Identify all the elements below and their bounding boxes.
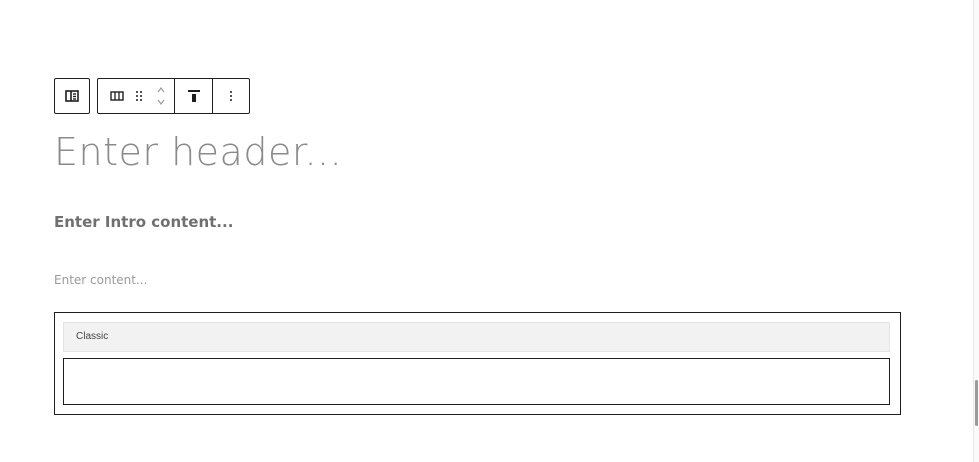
move-up-down-icon [157,87,165,105]
drag-handle[interactable] [130,79,148,113]
classic-block[interactable]: Classic [54,312,901,415]
align-top-icon [187,90,200,102]
more-options-icon [230,91,232,101]
header-placeholder[interactable]: Enter header... [54,126,342,178]
content-placeholder[interactable]: Enter content... [54,271,147,289]
classic-toolbar: Classic [63,322,890,352]
more-options-button[interactable] [212,79,249,113]
columns-icon [110,91,124,101]
parent-group [54,78,90,114]
intro-placeholder[interactable]: Enter Intro content... [54,211,233,233]
vertical-align-button[interactable] [174,79,212,113]
block-toolbar [54,78,250,114]
select-parent-button[interactable] [55,79,89,113]
block-controls-group [97,78,250,114]
columns-block-button[interactable] [104,79,130,113]
classic-editor-area[interactable] [63,358,890,405]
move-up-down-button[interactable] [148,79,174,113]
drag-handle-icon [136,91,142,101]
scrollbar-thumb[interactable] [975,380,978,426]
classic-label: Classic [76,331,109,342]
select-parent-icon [65,90,79,102]
